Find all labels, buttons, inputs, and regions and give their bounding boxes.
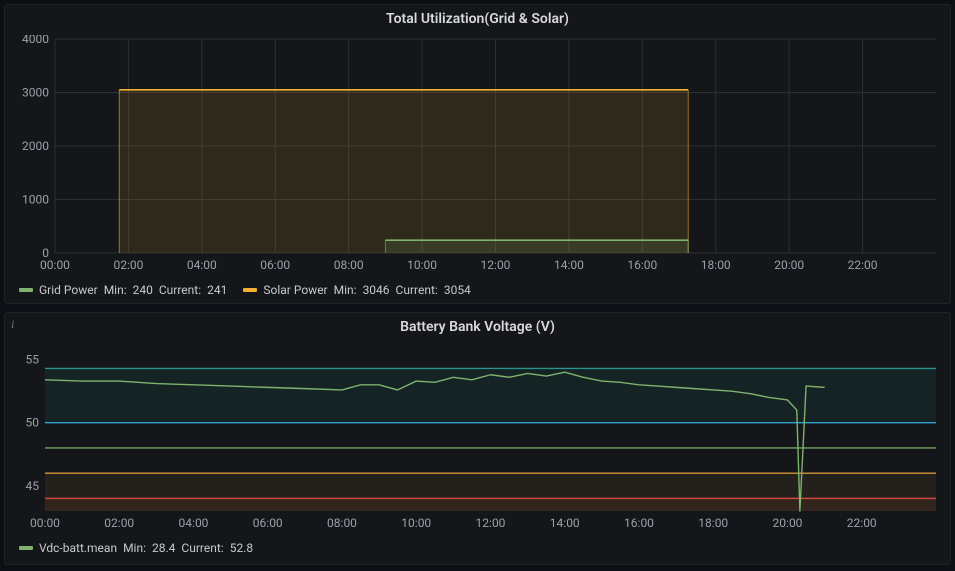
svg-text:2000: 2000 (22, 139, 49, 153)
svg-text:06:00: 06:00 (253, 516, 283, 530)
swatch-vdc (19, 546, 33, 550)
svg-text:10:00: 10:00 (407, 258, 437, 272)
svg-text:18:00: 18:00 (698, 516, 728, 530)
panel-total-utilization: Total Utilization(Grid & Solar) 01000200… (4, 4, 951, 304)
legend-cur-value: 3054 (444, 283, 471, 297)
svg-text:16:00: 16:00 (624, 516, 654, 530)
svg-text:10:00: 10:00 (401, 516, 431, 530)
svg-text:22:00: 22:00 (847, 516, 877, 530)
svg-text:04:00: 04:00 (187, 258, 217, 272)
svg-text:04:00: 04:00 (179, 516, 209, 530)
legend-cur-label: Current: (181, 541, 223, 555)
svg-text:20:00: 20:00 (774, 258, 804, 272)
svg-text:14:00: 14:00 (554, 258, 584, 272)
svg-text:00:00: 00:00 (30, 516, 60, 530)
svg-text:12:00: 12:00 (476, 516, 506, 530)
chart-2[interactable]: 45 50 55 00:00 02:00 04:00 06:00 08:00 10:00 12:0… (15, 343, 940, 533)
chart-1-svg[interactable]: 0100020003000400000:0002:0004:0006:0008:… (15, 35, 942, 275)
svg-text:00:00: 00:00 (40, 258, 70, 272)
svg-text:50: 50 (26, 416, 40, 430)
svg-text:08:00: 08:00 (327, 516, 357, 530)
legend-min-label: Min: (334, 283, 357, 297)
svg-text:55: 55 (26, 353, 40, 367)
legend-item-grid-power[interactable]: Grid Power Min: 240 Current: 241 (19, 283, 227, 297)
svg-text:06:00: 06:00 (260, 258, 290, 272)
legend-cur-label: Current: (396, 283, 438, 297)
legend-1: Grid Power Min: 240 Current: 241 Solar P… (5, 275, 950, 307)
svg-text:45: 45 (26, 479, 40, 493)
legend-item-vdc[interactable]: Vdc-batt.mean Min: 28.4 Current: 52.8 (19, 541, 253, 555)
chart-1[interactable]: 0100020003000400000:0002:0004:0006:0008:… (15, 35, 940, 275)
svg-text:02:00: 02:00 (104, 516, 134, 530)
legend-min-value: 28.4 (152, 541, 175, 555)
svg-text:1000: 1000 (22, 193, 49, 207)
legend-min-label: Min: (123, 541, 146, 555)
svg-text:3000: 3000 (22, 86, 49, 100)
svg-text:18:00: 18:00 (701, 258, 731, 272)
swatch-grid (19, 288, 33, 292)
legend-cur-value: 241 (207, 283, 227, 297)
svg-text:12:00: 12:00 (481, 258, 511, 272)
panel-title: Battery Bank Voltage (V) (5, 313, 950, 339)
svg-text:16:00: 16:00 (627, 258, 657, 272)
svg-text:20:00: 20:00 (773, 516, 803, 530)
legend-min-label: Min: (104, 283, 127, 297)
svg-text:14:00: 14:00 (550, 516, 580, 530)
svg-text:22:00: 22:00 (848, 258, 878, 272)
legend-2: Vdc-batt.mean Min: 28.4 Current: 52.8 (5, 533, 950, 565)
legend-cur-value: 52.8 (230, 541, 253, 555)
panel-battery-voltage: i Battery Bank Voltage (V) 45 50 55 00:00 02… (4, 312, 951, 565)
legend-item-solar-power[interactable]: Solar Power Min: 3046 Current: 3054 (243, 283, 470, 297)
legend-label: Solar Power (263, 283, 327, 297)
svg-text:08:00: 08:00 (334, 258, 364, 272)
legend-cur-label: Current: (159, 283, 201, 297)
legend-label: Vdc-batt.mean (39, 541, 117, 555)
info-icon[interactable]: i (11, 317, 14, 332)
legend-min-value: 240 (133, 283, 153, 297)
svg-text:02:00: 02:00 (113, 258, 143, 272)
svg-text:4000: 4000 (22, 35, 49, 46)
legend-min-value: 3046 (363, 283, 390, 297)
legend-label: Grid Power (39, 283, 98, 297)
panel-title: Total Utilization(Grid & Solar) (5, 5, 950, 31)
swatch-solar (243, 288, 257, 292)
chart-2-svg[interactable]: 45 50 55 00:00 02:00 04:00 06:00 08:00 10:00 12:0… (15, 343, 942, 533)
